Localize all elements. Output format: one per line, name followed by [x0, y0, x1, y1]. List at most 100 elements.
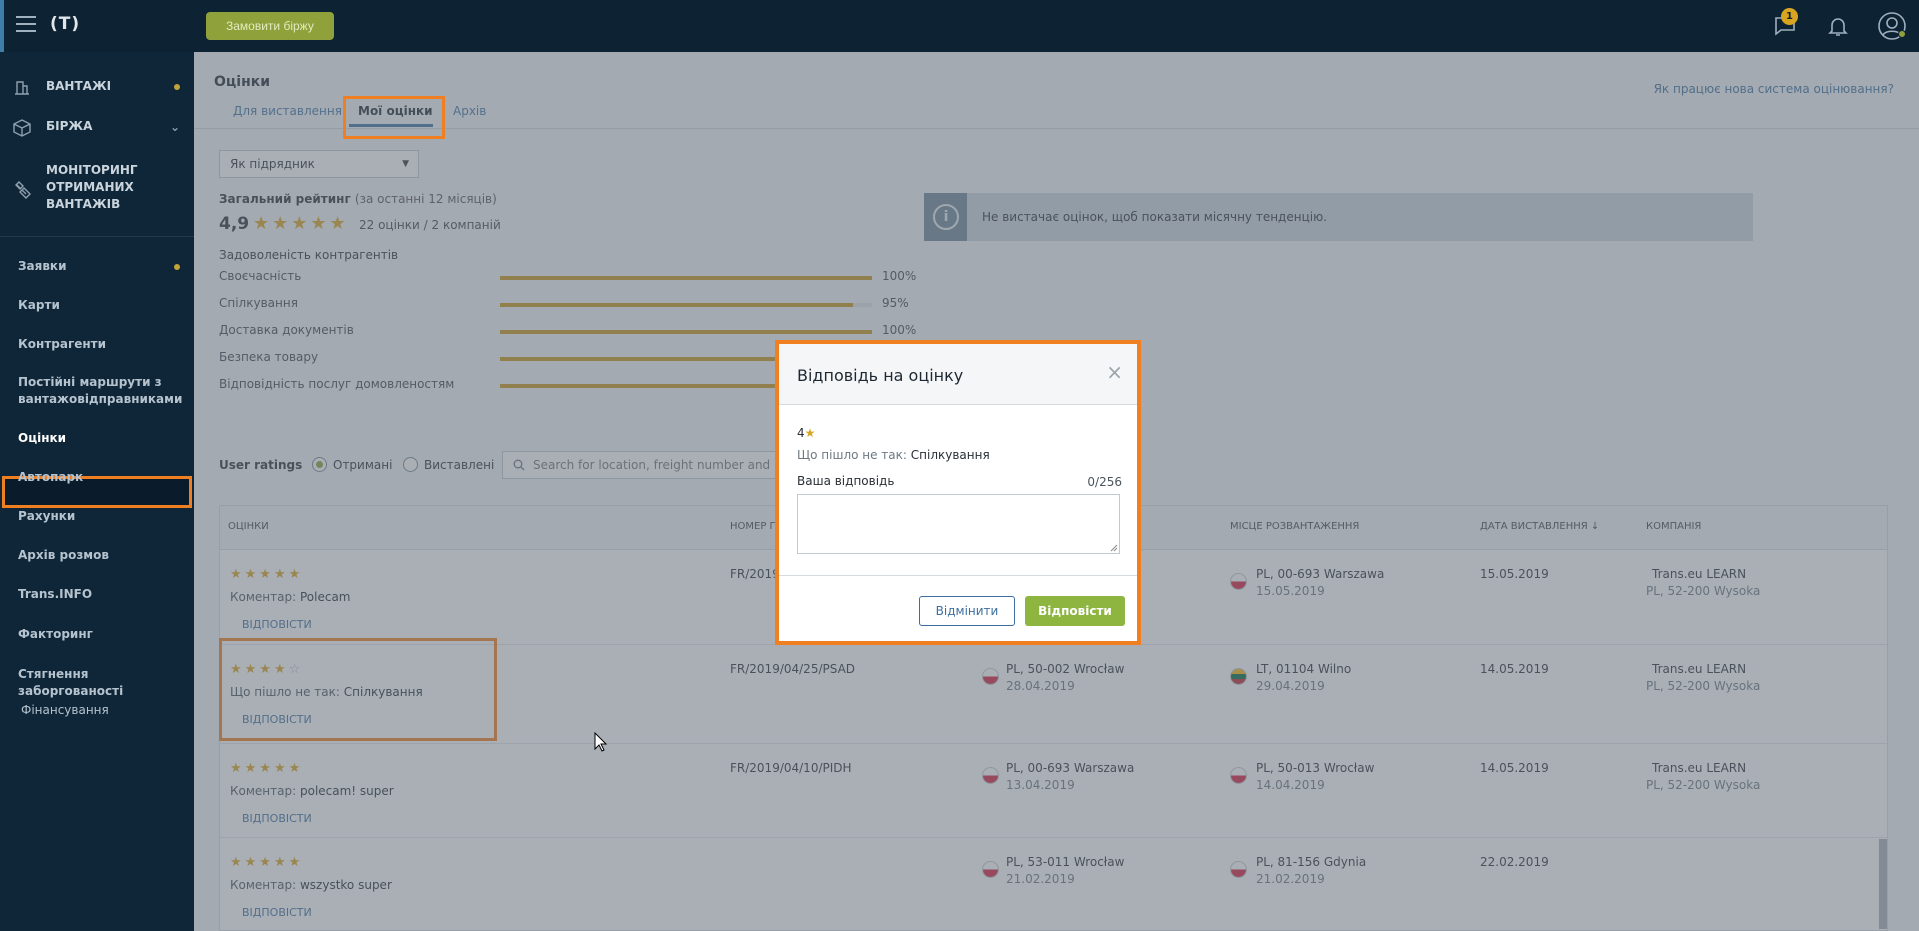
rating-date: 14.05.2019 [1480, 761, 1549, 775]
rating-date: 22.02.2019 [1480, 855, 1549, 869]
close-icon[interactable]: × [1106, 360, 1123, 384]
sidebar-item-chat-archive[interactable]: Архів розмов [18, 547, 109, 564]
sidebar-divider [0, 236, 194, 237]
sidebar-item-routes[interactable]: Постійні маршрути з вантажовідправниками [18, 374, 182, 408]
given-radio[interactable] [403, 457, 418, 472]
modal-footer-divider [779, 575, 1137, 576]
company-name[interactable]: Trans.eu LEARN [1652, 761, 1746, 775]
submit-reply-button[interactable]: Відповісти [1025, 596, 1125, 626]
column-header-date[interactable]: Дата виставлення ↓ [1480, 521, 1599, 532]
char-counter: 0/256 [1087, 475, 1122, 489]
sidebar-item-contractors[interactable]: Контрагенти [18, 336, 106, 353]
load-place: PL, 50-002 Wrocław [1006, 662, 1125, 676]
sidebar-item-fleet[interactable]: Автопарк [18, 469, 83, 486]
metric-label: Безпека товару [219, 350, 319, 364]
received-radio-label[interactable]: Отримані [333, 458, 392, 472]
reply-link[interactable]: Відповісти [242, 906, 312, 919]
sidebar-item-debt-collection[interactable]: Стягнення заборгованості [18, 666, 194, 700]
overall-rating-period: (за останні 12 місяців) [354, 192, 497, 206]
highlighted-tab [343, 96, 445, 139]
sidebar-item-invoices[interactable]: Рахунки [18, 508, 75, 525]
overall-rating-title: Загальний рейтинг (за останні 12 місяців… [219, 192, 497, 206]
freight-number[interactable]: FR/2019/04/10/PIDH [730, 761, 852, 775]
company-name[interactable]: Trans.eu LEARN [1652, 567, 1746, 581]
column-header-ratings[interactable]: Оцінки [228, 521, 269, 532]
freight-number[interactable]: FR/2019/04/25/PSAD [730, 662, 855, 676]
tab-archive[interactable]: Архів [453, 104, 486, 118]
role-select[interactable]: Як підрядник ▼ [219, 150, 419, 178]
metric-bar-fill [500, 330, 872, 334]
cargo-icon [15, 81, 29, 95]
received-radio[interactable] [312, 457, 327, 472]
sidebar-item-factoring[interactable]: Факторинг [18, 626, 93, 643]
flag-pl-icon [982, 767, 999, 784]
sidebar-item-requests[interactable]: Заявки [18, 258, 66, 275]
search-input[interactable] [533, 457, 773, 473]
menu-icon[interactable] [16, 16, 36, 32]
metric-bar-fill [500, 276, 872, 280]
comment-label: Коментар: [230, 784, 297, 798]
load-date: 28.04.2019 [1006, 679, 1075, 693]
unload-date: 15.05.2019 [1256, 584, 1325, 598]
company-address: PL, 52-200 Wysoka [1646, 778, 1761, 792]
metric-label: Відповідність послуг домовленостям [219, 377, 455, 391]
chevron-down-icon: ⌄ [169, 120, 180, 134]
overall-count: 22 оцінки / 2 компаній [359, 218, 501, 232]
column-header-unload-place[interactable]: Місце розвантаження [1230, 521, 1359, 532]
overall-stars: ★★★★★ [253, 213, 349, 234]
sidebar-item-label: ВАНТАЖІ [46, 79, 112, 93]
topbar-accent [0, 0, 4, 52]
sidebar-item-ratings[interactable]: Оцінки [18, 430, 66, 447]
flag-lt-icon [1230, 668, 1247, 685]
metric-bar [500, 303, 872, 307]
caret-down-icon: ▼ [402, 159, 409, 169]
metric-value: 95% [882, 296, 909, 310]
rating-comment: Коментар: wszystko super [230, 878, 392, 892]
rating-stars: ★★★★★ [230, 761, 303, 776]
cancel-button[interactable]: Відмінити [919, 596, 1015, 626]
metric-label: Спілкування [219, 296, 298, 310]
bell-icon[interactable] [1826, 14, 1850, 38]
sidebar-item-maps[interactable]: Карти [18, 297, 60, 314]
flag-pl-icon [982, 861, 999, 878]
comment-label: Коментар: [230, 878, 297, 892]
reply-link[interactable]: Відповісти [242, 812, 312, 825]
company-name[interactable]: Trans.eu LEARN [1652, 662, 1746, 676]
freight-number[interactable]: FR/2019 [730, 567, 780, 581]
page-title: Оцінки [214, 74, 271, 90]
sidebar-item-monitoring[interactable]: МОНІТОРИНГ ОТРИМАНИХ ВАНТАЖІВ [0, 162, 194, 218]
star-icon: ★ [804, 426, 816, 440]
column-header-company[interactable]: Компанія [1646, 521, 1701, 532]
given-radio-label[interactable]: Виставлені [424, 458, 494, 472]
order-exchange-button[interactable]: Замовити біржу [206, 12, 334, 40]
unload-place: PL, 50-013 Wrocław [1256, 761, 1375, 775]
satisfaction-label: Задоволеність контрагентів [219, 248, 399, 262]
tab-to-rate[interactable]: Для виставлення [233, 104, 342, 118]
sidebar-item-cargo[interactable]: ВАНТАЖІ [0, 78, 194, 98]
sidebar-item-label: МОНІТОРИНГ ОТРИМАНИХ ВАНТАЖІВ [46, 163, 138, 211]
table-row: ★★★★★ Коментар: polecam! super Відповісти F… [220, 744, 1887, 838]
reply-link[interactable]: Відповісти [242, 618, 312, 631]
search-field[interactable] [502, 451, 778, 479]
resize-handle-icon[interactable] [1108, 542, 1118, 552]
comment-text: wszystko super [299, 878, 392, 892]
modal-rating-value: 4 [797, 426, 805, 440]
table-row: ★★★★★ Коментар: wszystko super Відповісти P… [220, 838, 1887, 931]
table-scrollbar[interactable] [1879, 839, 1887, 929]
load-place: PL, 53-011 Wrocław [1006, 855, 1125, 869]
answer-textarea[interactable] [797, 494, 1120, 554]
metric-value: 100% [882, 323, 917, 337]
stars-filled: ★★★★★ [230, 761, 304, 776]
rating-comment: Коментар: polecam! super [230, 784, 394, 798]
sidebar-item-financing[interactable]: Фінансування [21, 702, 109, 719]
sidebar-item-transinfo[interactable]: Trans.INFO [18, 586, 92, 603]
stars-filled: ★★★★★ [230, 855, 304, 870]
reply-modal: Відповідь на оцінку × 4★ Що пішло не так… [775, 340, 1141, 645]
sidebar-item-exchange[interactable]: БІРЖА ⌄ [0, 118, 194, 138]
modal-rating: 4★ [797, 426, 815, 440]
modal-what-went-wrong: Що пішло не так: Спілкування [797, 448, 990, 462]
help-link[interactable]: Як працює нова система оцінювання? [1654, 82, 1894, 96]
unload-date: 21.02.2019 [1256, 872, 1325, 886]
notification-badge: 1 [1781, 8, 1798, 25]
app-logo[interactable]: (T) [50, 14, 80, 34]
